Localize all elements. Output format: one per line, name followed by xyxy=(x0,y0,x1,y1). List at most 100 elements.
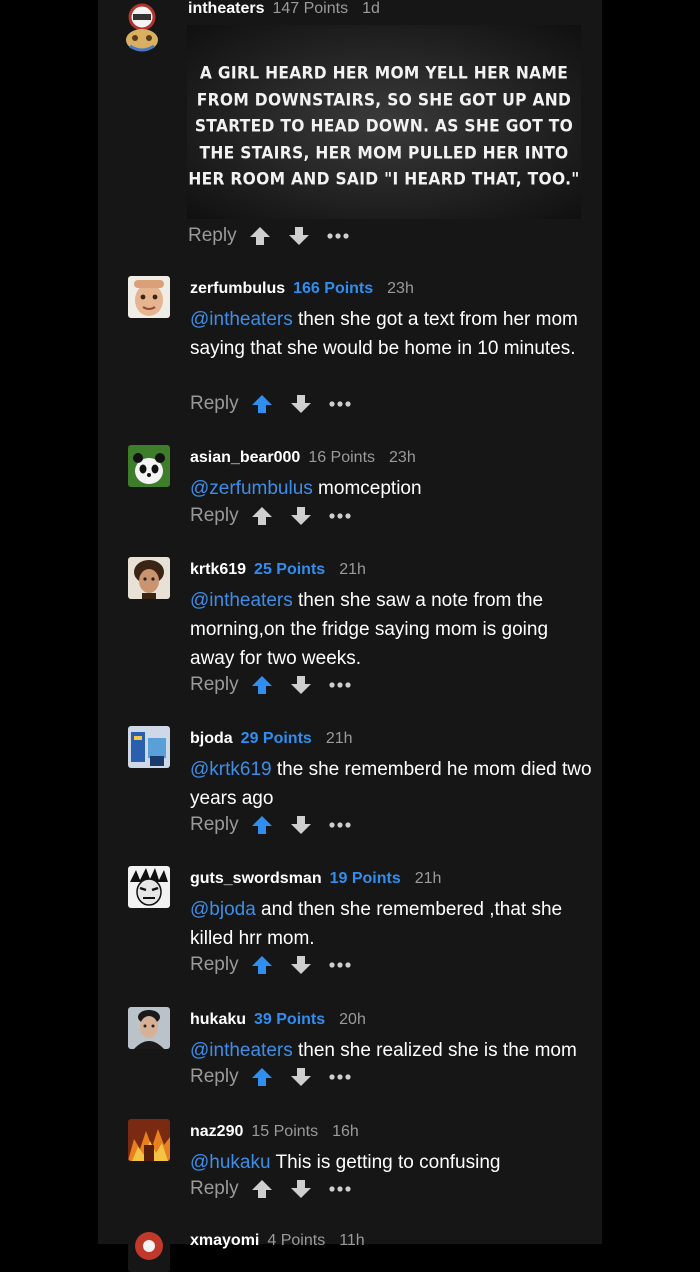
more-options-icon[interactable] xyxy=(329,401,351,407)
timestamp: 21h xyxy=(325,730,353,747)
comment-text: @intheaters then she realized she is the… xyxy=(190,1040,577,1061)
comment-meta: naz290 15 Points 16h xyxy=(190,1122,359,1142)
reply-button[interactable]: Reply xyxy=(190,954,239,976)
mention-link[interactable]: @bjoda xyxy=(190,899,256,920)
username[interactable]: naz290 xyxy=(190,1123,243,1140)
points: 19 Points xyxy=(329,870,401,887)
downvote-arrow-icon[interactable] xyxy=(290,394,312,414)
timestamp: 23h xyxy=(387,280,414,297)
timestamp: 1d xyxy=(362,0,380,17)
points: 16 Points xyxy=(308,449,376,466)
avatar[interactable] xyxy=(128,557,170,599)
username[interactable]: guts_swordsman xyxy=(190,870,322,887)
points: 25 Points xyxy=(254,561,326,578)
downvote-arrow-icon[interactable] xyxy=(288,226,310,246)
reply-button[interactable]: Reply xyxy=(190,1066,239,1088)
downvote-arrow-icon[interactable] xyxy=(290,1179,312,1199)
comment-actions: Reply xyxy=(190,391,351,417)
more-options-icon[interactable] xyxy=(329,513,351,519)
timestamp: 23h xyxy=(389,449,416,466)
timestamp: 16h xyxy=(332,1123,359,1140)
avatar[interactable] xyxy=(114,0,170,54)
points: 39 Points xyxy=(254,1011,326,1028)
more-options-icon[interactable] xyxy=(329,1074,351,1080)
mention-link[interactable]: @krtk619 xyxy=(190,759,272,780)
comment-meta: bjoda 29 Points 21h xyxy=(190,729,353,749)
username[interactable]: asian_bear000 xyxy=(190,449,300,466)
avatar[interactable] xyxy=(128,726,170,768)
timestamp: 21h xyxy=(339,561,366,578)
timestamp: 11h xyxy=(339,1232,365,1249)
downvote-arrow-icon[interactable] xyxy=(290,506,312,526)
comment-meta: hukaku 39 Points 20h xyxy=(190,1010,366,1030)
upvote-arrow-icon[interactable] xyxy=(249,226,271,246)
meme-caption: A GIRL HEARD HER MOM YELL HER NAME FROM … xyxy=(188,63,580,189)
reply-button[interactable]: Reply xyxy=(188,225,237,247)
more-options-icon[interactable] xyxy=(329,822,351,828)
mention-link[interactable]: @intheaters xyxy=(190,1040,293,1061)
comment-actions: Reply xyxy=(188,223,349,249)
comment-text: @bjoda and then she remembered ,that she… xyxy=(190,899,563,949)
more-options-icon[interactable] xyxy=(329,682,351,688)
comment-actions: Reply xyxy=(190,952,351,978)
comment-meta: krtk619 25 Points 21h xyxy=(190,560,366,580)
comment-actions: Reply xyxy=(190,812,351,838)
username[interactable]: krtk619 xyxy=(190,561,246,578)
upvote-arrow-icon[interactable] xyxy=(251,1179,273,1199)
comment-meta: asian_bear000 16 Points 23h xyxy=(190,448,416,468)
more-options-icon[interactable] xyxy=(329,1186,351,1192)
timestamp: 21h xyxy=(414,870,442,887)
points: 166 Points xyxy=(293,280,374,297)
upvote-arrow-icon[interactable] xyxy=(251,394,273,414)
avatar[interactable] xyxy=(128,1230,170,1272)
comment-text: @zerfumbulus momception xyxy=(190,478,422,499)
avatar[interactable] xyxy=(128,445,170,487)
upvote-arrow-icon[interactable] xyxy=(251,1067,273,1087)
more-options-icon[interactable] xyxy=(329,962,351,968)
points: 29 Points xyxy=(240,730,312,747)
reply-button[interactable]: Reply xyxy=(190,674,239,696)
comment-meta: intheaters 147 Points 1d xyxy=(188,0,380,18)
mention-link[interactable]: @zerfumbulus xyxy=(190,478,313,499)
comment-actions: Reply xyxy=(190,503,351,529)
points: 147 Points xyxy=(272,0,349,17)
mention-link[interactable]: @hukaku xyxy=(190,1152,271,1173)
comment-meta: zerfumbulus 166 Points 23h xyxy=(190,279,414,299)
comment-meta: xmayomi 4 Points 11h xyxy=(190,1231,365,1251)
comment-actions: Reply xyxy=(190,1064,351,1090)
mention-link[interactable]: @intheaters xyxy=(190,590,293,611)
comment-actions: Reply xyxy=(190,672,351,698)
avatar[interactable] xyxy=(128,866,170,908)
downvote-arrow-icon[interactable] xyxy=(290,675,312,695)
username[interactable]: bjoda xyxy=(190,730,233,747)
meme-image[interactable]: A GIRL HEARD HER MOM YELL HER NAME FROM … xyxy=(187,25,581,219)
avatar[interactable] xyxy=(128,1007,170,1049)
comment-text: @intheaters then she saw a note from the… xyxy=(190,590,549,669)
username[interactable]: intheaters xyxy=(188,0,264,17)
upvote-arrow-icon[interactable] xyxy=(251,955,273,975)
points: 4 Points xyxy=(267,1232,326,1249)
comment-text: @hukaku This is getting to confusing xyxy=(190,1152,501,1173)
downvote-arrow-icon[interactable] xyxy=(290,955,312,975)
downvote-arrow-icon[interactable] xyxy=(290,1067,312,1087)
reply-button[interactable]: Reply xyxy=(190,814,239,836)
mention-link[interactable]: @intheaters xyxy=(190,309,293,330)
reply-button[interactable]: Reply xyxy=(190,393,239,415)
comment-actions: Reply xyxy=(190,1176,351,1202)
username[interactable]: hukaku xyxy=(190,1011,246,1028)
downvote-arrow-icon[interactable] xyxy=(290,815,312,835)
points: 15 Points xyxy=(251,1123,319,1140)
comment-text: @krtk619 the she rememberd he mom died t… xyxy=(190,759,592,809)
avatar[interactable] xyxy=(128,276,170,318)
avatar[interactable] xyxy=(128,1119,170,1161)
upvote-arrow-icon[interactable] xyxy=(251,815,273,835)
upvote-arrow-icon[interactable] xyxy=(251,675,273,695)
comment-text: @intheaters then she got a text from her… xyxy=(190,309,578,359)
timestamp: 20h xyxy=(339,1011,366,1028)
username[interactable]: xmayomi xyxy=(190,1232,259,1249)
more-options-icon[interactable] xyxy=(327,233,349,239)
reply-button[interactable]: Reply xyxy=(190,505,239,527)
upvote-arrow-icon[interactable] xyxy=(251,506,273,526)
reply-button[interactable]: Reply xyxy=(190,1178,239,1200)
username[interactable]: zerfumbulus xyxy=(190,280,285,297)
